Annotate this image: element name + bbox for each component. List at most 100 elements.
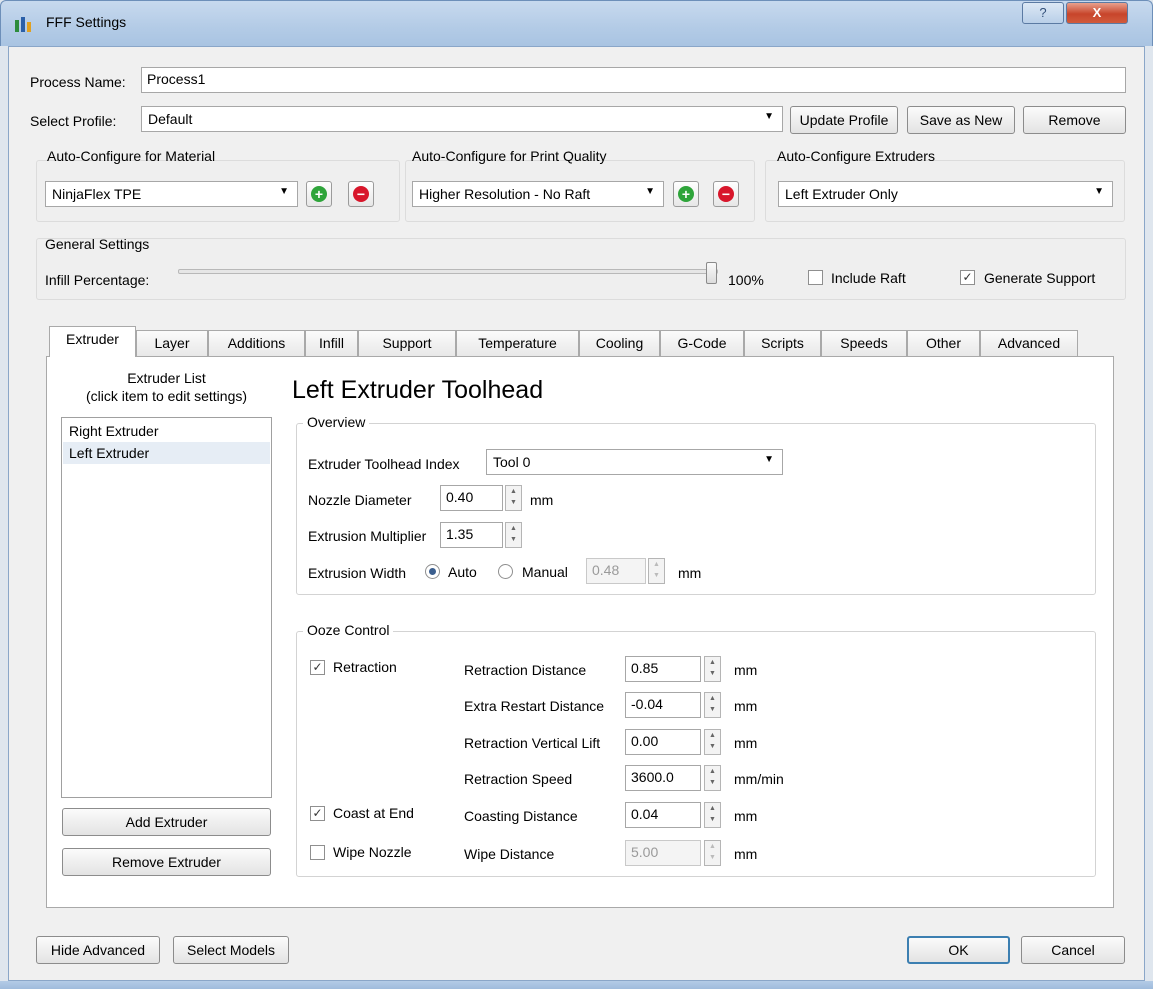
retraction-speed-unit: mm/min [734, 771, 784, 787]
retraction-distance-spinner[interactable]: ▲ ▼ [704, 656, 721, 682]
select-models-button[interactable]: Select Models [173, 936, 289, 964]
tab-temperature[interactable]: Temperature [456, 330, 579, 356]
process-name-input[interactable]: Process1 [141, 67, 1126, 93]
tab-support[interactable]: Support [358, 330, 456, 356]
infill-slider-handle[interactable] [706, 262, 717, 284]
toolhead-index-select[interactable]: Tool 0 ▼ [486, 449, 783, 475]
retraction-vertical-lift-input[interactable]: 0.00 [625, 729, 701, 755]
extrusion-width-input[interactable]: 0.48 [586, 558, 646, 584]
add-extruder-button[interactable]: Add Extruder [62, 808, 271, 836]
retraction-speed-spinner[interactable]: ▲ ▼ [704, 765, 721, 791]
chevron-down-icon: ▼ [1094, 186, 1104, 197]
coast-at-end-label: Coast at End [333, 805, 414, 821]
infill-percentage-value: 100% [728, 272, 764, 288]
tab-g-code[interactable]: G-Code [660, 330, 744, 356]
material-select-value: NinjaFlex TPE [52, 186, 142, 202]
remove-material-button[interactable]: − [348, 181, 374, 207]
extra-restart-distance-input[interactable]: -0.04 [625, 692, 701, 718]
auto-configure-extruders-title: Auto-Configure Extruders [777, 148, 935, 164]
hide-advanced-button[interactable]: Hide Advanced [36, 936, 160, 964]
print-quality-select[interactable]: Higher Resolution - No Raft ▼ [412, 181, 664, 207]
extra-restart-distance-unit: mm [734, 698, 758, 714]
auto-configure-material-title: Auto-Configure for Material [47, 148, 216, 164]
profile-select[interactable]: Default ▼ [141, 106, 783, 132]
extrusion-width-auto-label: Auto [448, 564, 477, 580]
tab-scripts[interactable]: Scripts [744, 330, 821, 356]
help-button[interactable]: ? [1022, 2, 1064, 24]
retraction-vertical-lift-unit: mm [734, 735, 758, 751]
extruders-select-value: Left Extruder Only [785, 186, 898, 202]
list-item-right-extruder[interactable]: Right Extruder [63, 420, 270, 442]
retraction-vertical-lift-label: Retraction Vertical Lift [464, 735, 601, 751]
material-select[interactable]: NinjaFlex TPE ▼ [45, 181, 298, 207]
retraction-label: Retraction [333, 659, 397, 675]
retraction-distance-label: Retraction Distance [464, 662, 587, 678]
tab-speeds[interactable]: Speeds [821, 330, 907, 356]
extrusion-width-manual-label: Manual [522, 564, 568, 580]
list-item-left-extruder[interactable]: Left Extruder [63, 442, 270, 464]
generate-support-checkbox[interactable]: ✓ [960, 270, 975, 285]
remove-extruder-button[interactable]: Remove Extruder [62, 848, 271, 876]
add-icon: + [678, 186, 694, 202]
wipe-distance-spinner[interactable]: ▲ ▼ [704, 840, 721, 866]
retraction-checkbox[interactable]: ✓ [310, 660, 325, 675]
tab-other[interactable]: Other [907, 330, 980, 356]
coasting-distance-spinner[interactable]: ▲ ▼ [704, 802, 721, 828]
cancel-button[interactable]: Cancel [1021, 936, 1125, 964]
overview-title: Overview [303, 414, 370, 430]
extrusion-width-auto-radio[interactable] [425, 564, 440, 579]
add-material-button[interactable]: + [306, 181, 332, 207]
extrusion-width-spinner[interactable]: ▲ ▼ [648, 558, 665, 584]
tab-infill[interactable]: Infill [305, 330, 358, 356]
update-profile-button[interactable]: Update Profile [790, 106, 898, 134]
add-quality-button[interactable]: + [673, 181, 699, 207]
close-button[interactable]: X [1066, 2, 1128, 24]
extruder-list-hint: (click item to edit settings) [85, 388, 248, 404]
infill-slider-track[interactable] [178, 269, 718, 274]
retraction-vertical-lift-spinner[interactable]: ▲ ▼ [704, 729, 721, 755]
title-bar[interactable] [0, 0, 1153, 46]
tab-extruder[interactable]: Extruder [49, 326, 136, 357]
extruder-list-header: Extruder List [127, 370, 206, 386]
nozzle-diameter-spinner[interactable]: ▲ ▼ [505, 485, 522, 511]
extra-restart-distance-spinner[interactable]: ▲ ▼ [704, 692, 721, 718]
ok-button[interactable]: OK [907, 936, 1010, 964]
remove-quality-button[interactable]: − [713, 181, 739, 207]
select-profile-label: Select Profile: [30, 113, 117, 129]
tab-layer[interactable]: Layer [136, 330, 208, 356]
extrusion-width-manual-radio[interactable] [498, 564, 513, 579]
retraction-speed-input[interactable]: 3600.0 [625, 765, 701, 791]
toolhead-title: Left Extruder Toolhead [292, 376, 544, 404]
extrusion-multiplier-input[interactable]: 1.35 [440, 522, 503, 548]
include-raft-checkbox[interactable] [808, 270, 823, 285]
extrusion-multiplier-spinner[interactable]: ▲ ▼ [505, 522, 522, 548]
app-logo-icon [15, 17, 31, 32]
nozzle-diameter-unit: mm [530, 492, 554, 508]
tab-advanced[interactable]: Advanced [980, 330, 1078, 356]
chevron-down-icon: ▼ [645, 186, 655, 197]
remove-icon: − [718, 186, 734, 202]
tab-cooling[interactable]: Cooling [579, 330, 660, 356]
general-settings-title: General Settings [45, 236, 150, 252]
nozzle-diameter-input[interactable]: 0.40 [440, 485, 503, 511]
wipe-nozzle-checkbox[interactable] [310, 845, 325, 860]
coast-at-end-checkbox[interactable]: ✓ [310, 806, 325, 821]
chevron-down-icon: ▼ [764, 111, 774, 122]
retraction-speed-label: Retraction Speed [464, 771, 573, 787]
profile-select-value: Default [148, 111, 193, 127]
extrusion-multiplier-label: Extrusion Multiplier [308, 528, 427, 544]
extra-restart-distance-label: Extra Restart Distance [464, 698, 605, 714]
wipe-distance-input[interactable]: 5.00 [625, 840, 701, 866]
tab-additions[interactable]: Additions [208, 330, 305, 356]
retraction-distance-input[interactable]: 0.85 [625, 656, 701, 682]
chevron-down-icon: ▼ [764, 454, 774, 465]
extrusion-width-unit: mm [678, 565, 702, 581]
remove-profile-button[interactable]: Remove [1023, 106, 1126, 134]
extruders-select[interactable]: Left Extruder Only ▼ [778, 181, 1113, 207]
extruder-list[interactable]: Right Extruder Left Extruder [61, 417, 272, 798]
coasting-distance-input[interactable]: 0.04 [625, 802, 701, 828]
save-as-new-button[interactable]: Save as New [907, 106, 1015, 134]
chevron-down-icon: ▼ [279, 186, 289, 197]
add-icon: + [311, 186, 327, 202]
window-bottom-frame [0, 981, 1153, 989]
